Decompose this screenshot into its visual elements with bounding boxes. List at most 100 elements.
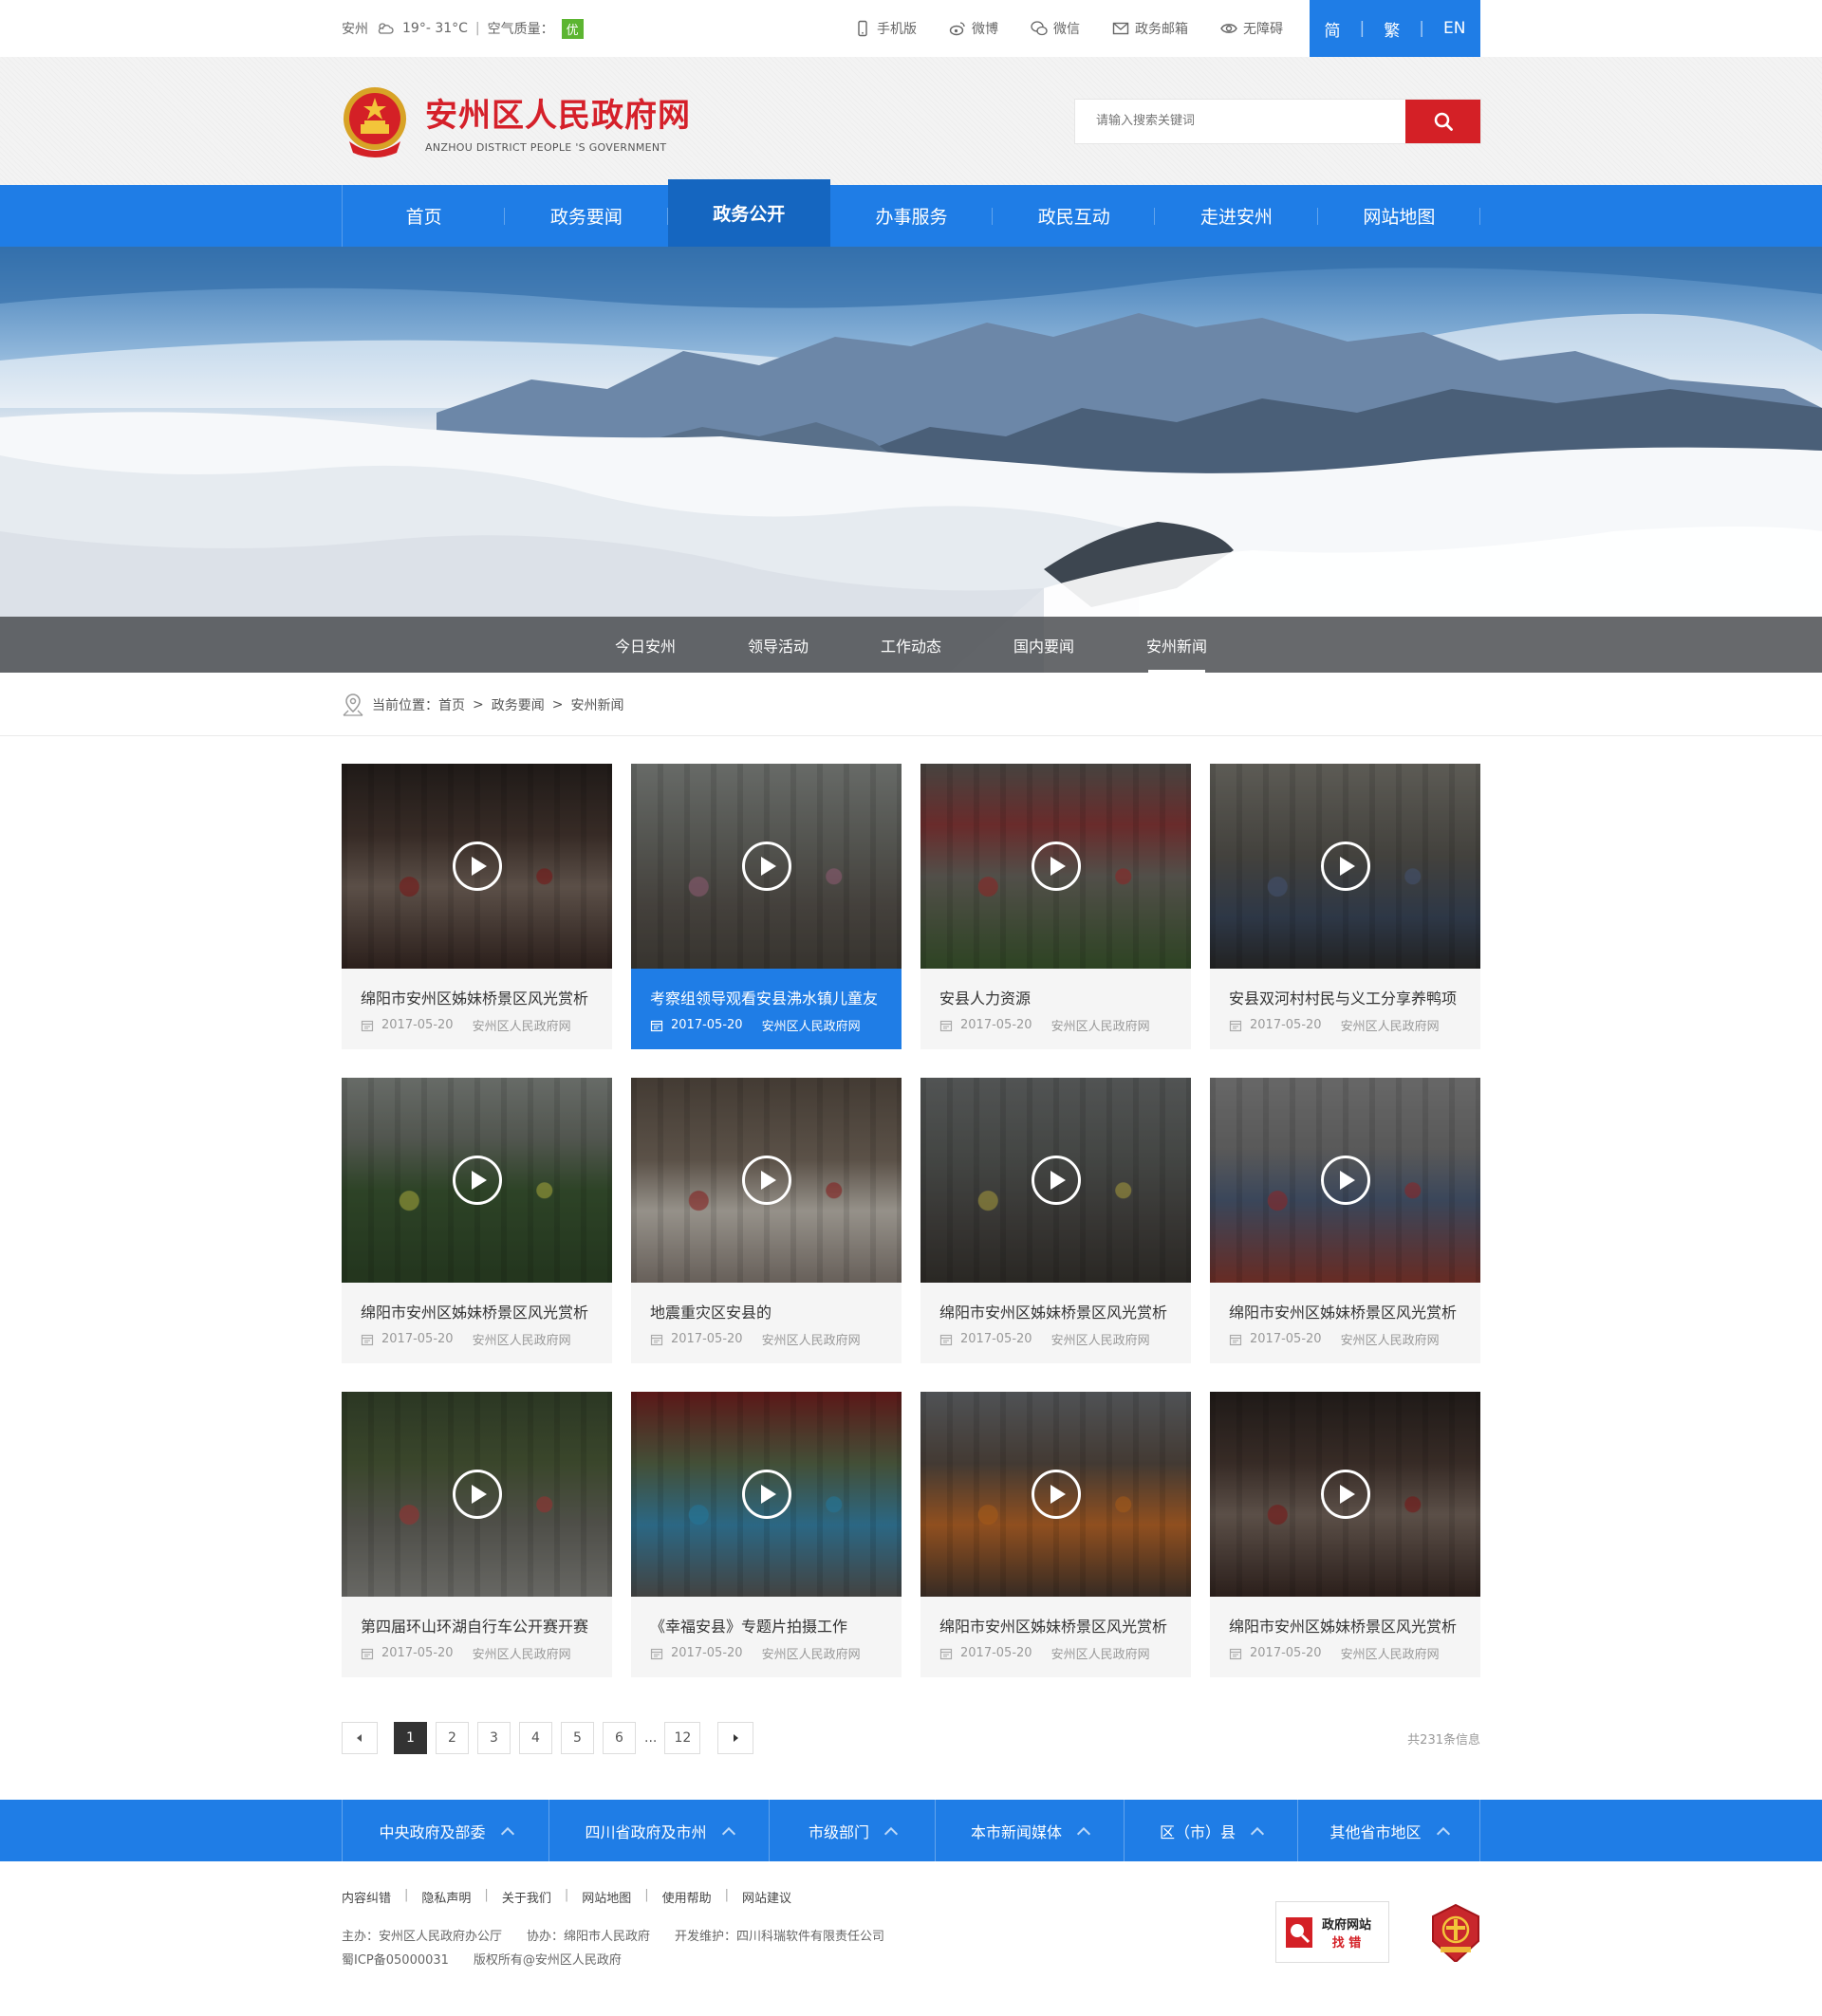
page-4[interactable]: 4 <box>519 1722 552 1754</box>
video-card[interactable]: 地震重灾区安县的 2017-05-20 安州区人民政府网 <box>631 1078 902 1363</box>
wechat-link[interactable]: 微信 <box>1031 19 1080 38</box>
footer-link-about[interactable]: 关于我们 <box>502 1888 551 1906</box>
footer-dropdown-central-gov[interactable]: 中央政府及部委 <box>342 1800 548 1861</box>
video-card[interactable]: 绵阳市安州区姊妹桥景区风光赏析 2017-05-20 安州区人民政府网 <box>1210 1078 1480 1363</box>
subnav-anzhou-news[interactable]: 安州新闻 <box>1110 617 1243 673</box>
site-title-en: ANZHOU DISTRICT PEOPLE 'S GOVERNMENT <box>425 140 667 154</box>
lang-english[interactable]: EN <box>1443 19 1465 38</box>
nav-about-anzhou[interactable]: 走进安州 <box>1155 185 1318 247</box>
footer-link-privacy[interactable]: 隐私声明 <box>421 1888 471 1906</box>
video-title[interactable]: 地震重灾区安县的 <box>650 1300 883 1322</box>
video-card[interactable]: 绵阳市安州区姊妹桥景区风光赏析 2017-05-20 安州区人民政府网 <box>920 1392 1191 1677</box>
next-page-button[interactable] <box>717 1722 754 1754</box>
video-title[interactable]: 安县双河村村民与义工分享养鸭项 <box>1229 986 1461 1008</box>
play-icon[interactable] <box>741 1470 791 1519</box>
video-title[interactable]: 绵阳市安州区姊妹桥景区风光赏析 <box>939 1614 1172 1637</box>
subnav-today[interactable]: 今日安州 <box>579 617 712 673</box>
lang-traditional[interactable]: 繁 <box>1384 17 1400 41</box>
video-thumbnail[interactable] <box>631 764 902 969</box>
video-thumbnail[interactable] <box>631 1078 902 1283</box>
search-button[interactable] <box>1405 99 1480 143</box>
video-card[interactable]: 绵阳市安州区姊妹桥景区风光赏析 2017-05-20 安州区人民政府网 <box>1210 1392 1480 1677</box>
nav-interaction[interactable]: 政民互动 <box>993 185 1156 247</box>
video-thumbnail[interactable] <box>342 1392 612 1597</box>
video-thumbnail[interactable] <box>920 1392 1191 1597</box>
footer-link-help[interactable]: 使用帮助 <box>662 1888 712 1906</box>
gov-site-error-report-badge[interactable]: 政府网站 找 错 <box>1275 1901 1389 1963</box>
footer-dropdown-other-provinces[interactable]: 其他省市地区 <box>1297 1800 1480 1861</box>
footer-dropdown-sichuan[interactable]: 四川省政府及市州 <box>548 1800 769 1861</box>
video-thumbnail[interactable] <box>920 1078 1191 1283</box>
video-thumbnail[interactable] <box>1210 1078 1480 1283</box>
video-card[interactable]: 《幸福安县》专题片拍摄工作 2017-05-20 安州区人民政府网 <box>631 1392 902 1677</box>
play-icon[interactable] <box>741 842 791 891</box>
prev-page-button[interactable] <box>342 1722 378 1754</box>
breadcrumb-gov-news[interactable]: 政务要闻 <box>492 695 545 714</box>
mobile-link[interactable]: 手机版 <box>854 19 917 38</box>
video-thumbnail[interactable] <box>342 764 612 969</box>
footer-link-suggestion[interactable]: 网站建议 <box>742 1888 791 1906</box>
video-card[interactable]: 安县人力资源 2017-05-20 安州区人民政府网 <box>920 764 1191 1049</box>
video-thumbnail[interactable] <box>1210 1392 1480 1597</box>
video-title[interactable]: 绵阳市安州区姊妹桥景区风光赏析 <box>1229 1614 1461 1637</box>
video-thumbnail[interactable] <box>1210 764 1480 969</box>
party-gov-agency-badge-icon[interactable] <box>1431 1903 1480 1962</box>
play-icon[interactable] <box>741 1156 791 1205</box>
video-title[interactable]: 《幸福安县》专题片拍摄工作 <box>650 1614 883 1637</box>
video-thumbnail[interactable] <box>342 1078 612 1283</box>
video-title[interactable]: 第四届环山环湖自行车公开赛开赛 <box>361 1614 593 1637</box>
video-card[interactable]: 安县双河村村民与义工分享养鸭项 2017-05-20 安州区人民政府网 <box>1210 764 1480 1049</box>
play-icon[interactable] <box>1320 1156 1370 1205</box>
national-emblem-icon[interactable] <box>342 84 408 158</box>
play-icon[interactable] <box>1031 1156 1081 1205</box>
accessibility-link[interactable]: 无障碍 <box>1220 19 1283 38</box>
video-title[interactable]: 安县人力资源 <box>939 986 1172 1008</box>
footer-icp[interactable]: 蜀ICP备05000031 <box>342 1953 449 1968</box>
video-card[interactable]: 第四届环山环湖自行车公开赛开赛 2017-05-20 安州区人民政府网 <box>342 1392 612 1677</box>
weibo-link[interactable]: 微博 <box>949 19 998 38</box>
search-input[interactable] <box>1075 99 1405 143</box>
subnav-work-updates[interactable]: 工作动态 <box>845 617 977 673</box>
video-title[interactable]: 考察组领导观看安县沸水镇儿童友 <box>650 986 883 1008</box>
page-3[interactable]: 3 <box>477 1722 511 1754</box>
video-card[interactable]: 绵阳市安州区姊妹桥景区风光赏析 2017-05-20 安州区人民政府网 <box>342 1078 612 1363</box>
nav-gov-affairs[interactable]: 政务公开 <box>667 179 830 247</box>
video-card[interactable]: 绵阳市安州区姊妹桥景区风光赏析 2017-05-20 安州区人民政府网 <box>920 1078 1191 1363</box>
nav-gov-news[interactable]: 政务要闻 <box>505 185 668 247</box>
play-icon[interactable] <box>1320 842 1370 891</box>
play-icon[interactable] <box>1031 1470 1081 1519</box>
footer-link-sitemap[interactable]: 网站地图 <box>582 1888 631 1906</box>
footer-dropdown-districts[interactable]: 区（市）县 <box>1124 1800 1297 1861</box>
video-title[interactable]: 绵阳市安州区姊妹桥景区风光赏析 <box>1229 1300 1461 1322</box>
breadcrumb-home[interactable]: 首页 <box>438 695 465 714</box>
play-icon[interactable] <box>452 1470 502 1519</box>
lang-simplified[interactable]: 简 <box>1325 17 1341 41</box>
video-card[interactable]: 考察组领导观看安县沸水镇儿童友 2017-05-20 安州区人民政府网 <box>631 764 902 1049</box>
video-title[interactable]: 绵阳市安州区姊妹桥景区风光赏析 <box>939 1300 1172 1322</box>
page-5[interactable]: 5 <box>561 1722 594 1754</box>
nav-sitemap[interactable]: 网站地图 <box>1318 185 1481 247</box>
footer-dropdown-city-depts[interactable]: 市级部门 <box>769 1800 935 1861</box>
breadcrumb-current[interactable]: 安州新闻 <box>570 695 623 714</box>
video-card[interactable]: 绵阳市安州区姊妹桥景区风光赏析 2017-05-20 安州区人民政府网 <box>342 764 612 1049</box>
play-icon[interactable] <box>452 842 502 891</box>
page-2[interactable]: 2 <box>436 1722 469 1754</box>
nav-home[interactable]: 首页 <box>342 185 506 247</box>
video-thumbnail[interactable] <box>920 764 1191 969</box>
play-icon[interactable] <box>452 1156 502 1205</box>
gov-mail-link[interactable]: 政务邮箱 <box>1112 19 1188 38</box>
page-12[interactable]: 12 <box>664 1722 701 1754</box>
site-brand[interactable]: 安州区人民政府网 ANZHOU DISTRICT PEOPLE 'S GOVER… <box>425 89 691 154</box>
footer-dropdown-media[interactable]: 本市新闻媒体 <box>935 1800 1124 1861</box>
play-icon[interactable] <box>1320 1470 1370 1519</box>
nav-services[interactable]: 办事服务 <box>830 185 994 247</box>
footer-link-correction[interactable]: 内容纠错 <box>342 1888 391 1906</box>
video-title[interactable]: 绵阳市安州区姊妹桥景区风光赏析 <box>361 1300 593 1322</box>
video-title[interactable]: 绵阳市安州区姊妹桥景区风光赏析 <box>361 986 593 1008</box>
video-thumbnail[interactable] <box>631 1392 902 1597</box>
page-6[interactable]: 6 <box>603 1722 636 1754</box>
subnav-national-news[interactable]: 国内要闻 <box>977 617 1110 673</box>
subnav-leader-activities[interactable]: 领导活动 <box>712 617 845 673</box>
play-icon[interactable] <box>1031 842 1081 891</box>
page-1[interactable]: 1 <box>394 1722 427 1754</box>
